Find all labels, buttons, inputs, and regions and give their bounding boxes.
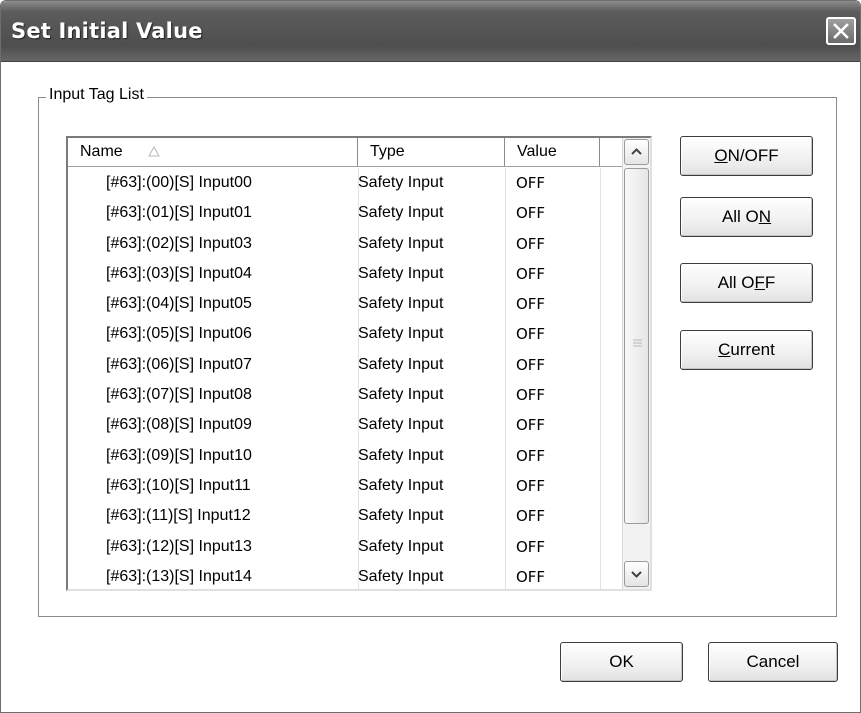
column-header-type-label: Type <box>370 143 405 160</box>
table-row[interactable]: [#63]:(08)[S] Input09 Safety Input OFF <box>68 410 623 440</box>
all-on-button[interactable]: All ON <box>680 197 813 237</box>
chevron-up-icon <box>631 148 642 155</box>
table-row[interactable]: [#63]:(02)[S] Input03 Safety Input OFF <box>68 229 623 259</box>
table-row[interactable]: [#63]:(11)[S] Input12 Safety Input OFF <box>68 501 623 531</box>
tag-type: Safety Input <box>358 204 444 222</box>
tag-type: Safety Input <box>358 507 444 525</box>
title-bar[interactable]: Set Initial Value <box>1 1 860 62</box>
tag-type: Safety Input <box>358 355 444 373</box>
ok-button[interactable]: OK <box>560 642 683 682</box>
tag-value: OFF <box>516 386 546 405</box>
table-row[interactable]: [#63]:(09)[S] Input10 Safety Input OFF <box>68 441 623 471</box>
all-off-accelerator: F <box>754 273 765 292</box>
tag-name: [#63]:(08)[S] Input09 <box>106 416 252 434</box>
tag-value: OFF <box>516 355 546 374</box>
cancel-button[interactable]: Cancel <box>708 642 838 682</box>
on-off-button[interactable]: ON/OFF <box>680 136 813 176</box>
tag-type: Safety Input <box>358 174 444 191</box>
vertical-scrollbar[interactable] <box>622 138 650 589</box>
scroll-down-button[interactable] <box>624 561 649 587</box>
scrollbar-thumb[interactable] <box>624 168 649 524</box>
tag-type: Safety Input <box>358 476 444 494</box>
tag-type: Safety Input <box>358 325 444 343</box>
on-off-accelerator: O <box>714 146 728 165</box>
table-row[interactable]: [#63]:(04)[S] Input05 Safety Input OFF <box>68 289 623 319</box>
tag-type: Safety Input <box>358 416 444 434</box>
tag-value: OFF <box>516 234 546 253</box>
ok-label: OK <box>609 652 634 671</box>
list-rows: [#63]:(00)[S] Input00 Safety Input OFF [… <box>68 168 623 589</box>
tag-name: [#63]:(11)[S] Input12 <box>106 507 251 525</box>
tag-name: [#63]:(09)[S] Input10 <box>106 446 252 464</box>
tag-type: Safety Input <box>358 234 444 252</box>
table-row[interactable]: [#63]:(01)[S] Input01 Safety Input OFF <box>68 198 623 228</box>
tag-value: OFF <box>516 325 546 344</box>
tag-type: Safety Input <box>358 537 444 555</box>
tag-name: [#63]:(03)[S] Input04 <box>106 264 252 282</box>
sort-ascending-icon <box>148 146 160 157</box>
all-off-button[interactable]: All OFF <box>680 263 813 303</box>
on-off-label-post: N/OFF <box>727 146 779 165</box>
column-header-name-label: Name <box>80 143 123 160</box>
tag-value: OFF <box>516 537 546 556</box>
current-accelerator: C <box>718 340 731 359</box>
table-row[interactable]: [#63]:(10)[S] Input11 Safety Input OFF <box>68 471 623 501</box>
tag-type: Safety Input <box>358 446 444 464</box>
tag-name: [#63]:(07)[S] Input08 <box>106 386 252 404</box>
all-off-label-post: F <box>764 273 776 292</box>
scroll-up-button[interactable] <box>624 139 649 165</box>
tag-type: Safety Input <box>358 567 444 585</box>
tag-name: [#63]:(06)[S] Input07 <box>106 355 252 373</box>
current-button[interactable]: Current <box>680 330 813 370</box>
table-row[interactable]: [#63]:(06)[S] Input07 Safety Input OFF <box>68 350 623 380</box>
tag-value: OFF <box>516 204 546 223</box>
column-header-name[interactable]: Name <box>68 138 358 166</box>
all-on-label-pre: All O <box>721 207 759 226</box>
current-label-post: urrent <box>730 340 775 359</box>
grip-icon <box>633 339 642 347</box>
table-row[interactable]: [#63]:(03)[S] Input04 Safety Input OFF <box>68 259 623 289</box>
tag-value: OFF <box>516 174 546 192</box>
all-on-accelerator: N <box>758 207 772 226</box>
tag-name: [#63]:(02)[S] Input03 <box>106 234 252 252</box>
table-row[interactable]: [#63]:(05)[S] Input06 Safety Input OFF <box>68 319 623 349</box>
table-row[interactable]: [#63]:(00)[S] Input00 Safety Input OFF <box>68 168 623 198</box>
tag-type: Safety Input <box>358 386 444 404</box>
tag-value: OFF <box>516 476 546 495</box>
input-tag-list[interactable]: Name Type Value [#63]:(00)[S] Input00 Sa… <box>66 136 652 591</box>
tag-name: [#63]:(10)[S] Input11 <box>106 476 251 494</box>
tag-value: OFF <box>516 446 546 465</box>
tag-name: [#63]:(04)[S] Input05 <box>106 295 252 313</box>
column-header-type[interactable]: Type <box>358 138 505 166</box>
chevron-down-icon <box>631 571 642 578</box>
tag-name: [#63]:(12)[S] Input13 <box>106 537 252 555</box>
tag-name: [#63]:(01)[S] Input01 <box>106 204 252 222</box>
table-row[interactable]: [#63]:(12)[S] Input13 Safety Input OFF <box>68 532 623 562</box>
set-initial-value-dialog: Set Initial Value Input Tag List Name Ty… <box>0 0 861 713</box>
table-row[interactable]: [#63]:(13)[S] Input14 Safety Input OFF <box>68 562 623 589</box>
dialog-body: Input Tag List Name Type Value [#63]:(00… <box>4 62 857 710</box>
tag-name: [#63]:(13)[S] Input14 <box>106 567 252 585</box>
tag-value: OFF <box>516 507 546 526</box>
table-row[interactable]: [#63]:(07)[S] Input08 Safety Input OFF <box>68 380 623 410</box>
tag-value: OFF <box>516 416 546 435</box>
tag-type: Safety Input <box>358 295 444 313</box>
close-icon <box>833 23 849 39</box>
tag-value: OFF <box>516 567 546 586</box>
tag-type: Safety Input <box>358 264 444 282</box>
all-off-label-pre: All O <box>717 273 755 292</box>
list-header: Name Type Value <box>68 138 623 167</box>
cancel-label: Cancel <box>746 652 800 671</box>
tag-value: OFF <box>516 295 546 314</box>
dialog-title: Set Initial Value <box>11 19 203 43</box>
close-button[interactable] <box>826 17 856 45</box>
tag-name: [#63]:(00)[S] Input00 <box>106 174 252 191</box>
tag-value: OFF <box>516 264 546 283</box>
column-header-value[interactable]: Value <box>505 138 600 166</box>
group-label: Input Tag List <box>46 86 147 104</box>
column-header-value-label: Value <box>517 143 557 160</box>
tag-name: [#63]:(05)[S] Input06 <box>106 325 252 343</box>
list-viewport: Name Type Value [#63]:(00)[S] Input00 Sa… <box>68 138 623 589</box>
